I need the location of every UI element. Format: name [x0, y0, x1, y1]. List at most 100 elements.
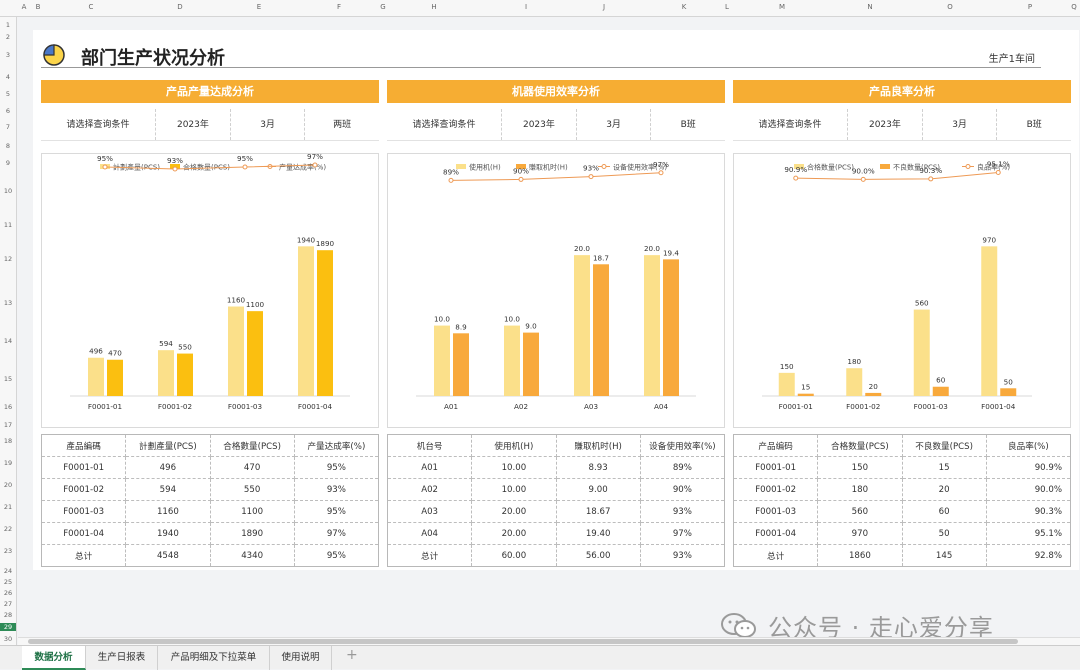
table-cell[interactable]: 56.00 — [555, 544, 641, 567]
column-letter[interactable]: P — [1015, 3, 1045, 11]
table-cell[interactable]: A01 — [386, 456, 473, 479]
table-cell[interactable]: 93% — [639, 544, 726, 567]
column-header[interactable]: 賺取机时(H) — [555, 434, 641, 457]
table-cell[interactable]: 92.8% — [985, 544, 1072, 567]
table-cell[interactable]: A03 — [386, 500, 473, 523]
column-letter[interactable]: F — [324, 3, 354, 11]
table-cell[interactable]: 60.00 — [471, 544, 557, 567]
column-header[interactable]: 計劃產量(PCS) — [125, 434, 211, 457]
column-header[interactable]: 产量达成率(%) — [293, 434, 380, 457]
column-letter[interactable]: L — [712, 3, 742, 11]
column-letter[interactable]: M — [767, 3, 797, 11]
row-number[interactable]: 5 — [0, 90, 16, 98]
row-number[interactable]: 30 — [0, 635, 16, 643]
row-number[interactable]: 21 — [0, 503, 16, 511]
table-cell[interactable]: 93% — [293, 478, 380, 501]
column-header[interactable]: 机台号 — [386, 434, 473, 457]
table-cell[interactable]: 97% — [639, 522, 726, 545]
row-number[interactable]: 18 — [0, 437, 16, 445]
row-number[interactable]: 11 — [0, 221, 16, 229]
table-cell[interactable]: 89% — [639, 456, 726, 479]
row-number[interactable]: 12 — [0, 255, 16, 263]
column-letter[interactable]: K — [669, 3, 699, 11]
table-cell[interactable]: 19.40 — [555, 522, 641, 545]
table-cell[interactable]: 90.3% — [985, 500, 1072, 523]
tab-instructions[interactable]: 使用说明 — [270, 646, 332, 670]
shift-select[interactable]: 两班 — [305, 109, 379, 140]
column-letter[interactable]: O — [935, 3, 965, 11]
month-select[interactable]: 3月 — [231, 109, 306, 140]
shift-select[interactable]: B班 — [997, 109, 1071, 140]
column-letter[interactable]: J — [589, 3, 619, 11]
column-letter[interactable]: B — [23, 3, 53, 11]
table-cell[interactable]: 10.00 — [471, 478, 557, 501]
table-cell[interactable]: 594 — [125, 478, 211, 501]
table-cell[interactable]: F0001-04 — [40, 522, 127, 545]
column-letter[interactable]: H — [419, 3, 449, 11]
table-cell[interactable]: 总计 — [732, 544, 819, 567]
table-cell[interactable]: 560 — [817, 500, 903, 523]
column-letter[interactable]: C — [76, 3, 106, 11]
shift-select[interactable]: B班 — [651, 109, 725, 140]
column-letter[interactable]: Q — [1059, 3, 1080, 11]
table-cell[interactable]: 95% — [293, 500, 380, 523]
table-cell[interactable]: F0001-02 — [40, 478, 127, 501]
table-cell[interactable]: A02 — [386, 478, 473, 501]
table-cell[interactable]: F0001-04 — [732, 522, 819, 545]
horizontal-scrollbar[interactable] — [18, 637, 1080, 645]
table-cell[interactable]: 550 — [209, 478, 295, 501]
table-cell[interactable]: 496 — [125, 456, 211, 479]
row-number[interactable]: 26 — [0, 589, 16, 597]
column-header[interactable]: 合格数量(PCS) — [817, 434, 903, 457]
table-cell[interactable]: 970 — [817, 522, 903, 545]
table-cell[interactable]: 95.1% — [985, 522, 1072, 545]
column-letter[interactable]: D — [165, 3, 195, 11]
row-number[interactable]: 15 — [0, 375, 16, 383]
row-number[interactable]: 4 — [0, 73, 16, 81]
table-cell[interactable]: 10.00 — [471, 456, 557, 479]
row-number[interactable]: 10 — [0, 187, 16, 195]
table-cell[interactable]: F0001-01 — [40, 456, 127, 479]
row-number[interactable]: 7 — [0, 123, 16, 131]
row-number[interactable]: 22 — [0, 525, 16, 533]
row-number[interactable]: 28 — [0, 611, 16, 619]
table-cell[interactable]: 4548 — [125, 544, 211, 567]
row-number[interactable]: 24 — [0, 567, 16, 575]
month-select[interactable]: 3月 — [923, 109, 998, 140]
row-number[interactable]: 25 — [0, 578, 16, 586]
table-cell[interactable]: F0001-02 — [732, 478, 819, 501]
row-number[interactable]: 23 — [0, 547, 16, 555]
tab-data-analysis[interactable]: 数据分析 — [22, 646, 86, 670]
row-number[interactable]: 3 — [0, 51, 16, 59]
table-cell[interactable]: F0001-01 — [732, 456, 819, 479]
table-cell[interactable]: 150 — [817, 456, 903, 479]
table-cell[interactable]: 4340 — [209, 544, 295, 567]
year-select[interactable]: 2023年 — [848, 109, 923, 140]
column-letter[interactable]: G — [368, 3, 398, 11]
table-cell[interactable]: 180 — [817, 478, 903, 501]
column-header[interactable]: 使用机(H) — [471, 434, 557, 457]
table-cell[interactable]: 1160 — [125, 500, 211, 523]
row-number[interactable]: 6 — [0, 107, 16, 115]
row-number[interactable]: 27 — [0, 600, 16, 608]
row-number[interactable]: 19 — [0, 459, 16, 467]
table-cell[interactable]: 145 — [901, 544, 987, 567]
table-cell[interactable]: A04 — [386, 522, 473, 545]
table-cell[interactable]: 90.0% — [985, 478, 1072, 501]
table-cell[interactable]: 90.9% — [985, 456, 1072, 479]
row-number[interactable]: 16 — [0, 403, 16, 411]
row-number[interactable]: 13 — [0, 299, 16, 307]
table-cell[interactable]: 97% — [293, 522, 380, 545]
column-header[interactable]: 產品編碼 — [40, 434, 127, 457]
table-cell[interactable]: 9.00 — [555, 478, 641, 501]
year-select[interactable]: 2023年 — [502, 109, 577, 140]
table-cell[interactable]: 1940 — [125, 522, 211, 545]
column-letter[interactable]: E — [244, 3, 274, 11]
table-cell[interactable]: 90% — [639, 478, 726, 501]
table-cell[interactable]: 总计 — [40, 544, 127, 567]
column-header[interactable]: 产品编码 — [732, 434, 819, 457]
column-header[interactable]: 良品率(%) — [985, 434, 1072, 457]
column-letter[interactable]: I — [511, 3, 541, 11]
table-cell[interactable]: 1100 — [209, 500, 295, 523]
row-number[interactable]: 8 — [0, 142, 16, 150]
